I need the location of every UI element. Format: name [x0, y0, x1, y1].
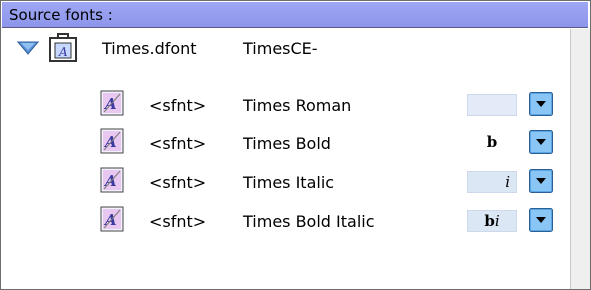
svg-text:A: A	[58, 45, 68, 59]
font-file-icon: A	[100, 167, 124, 193]
source-fonts-panel: Source fonts : A Times.dfont TimesCE- A …	[0, 0, 591, 290]
font-row[interactable]: A <sfnt> Times Italic i	[1, 163, 569, 201]
style-indicator: b	[467, 132, 517, 154]
font-file-icon: A	[100, 128, 124, 154]
disclosure-triangle-icon[interactable]	[17, 41, 39, 55]
style-indicator	[467, 94, 517, 116]
font-file-icon: A	[100, 206, 124, 232]
vertical-scrollbar[interactable]	[570, 29, 590, 289]
font-type: <sfnt>	[149, 134, 207, 153]
suitcase-filename: Times.dfont	[102, 39, 197, 58]
font-type: <sfnt>	[149, 212, 207, 231]
font-suitcase-icon: A	[49, 33, 77, 62]
font-name: Times Roman	[243, 96, 352, 115]
font-row[interactable]: A <sfnt> Times Bold b	[1, 124, 569, 162]
style-dropdown-button[interactable]	[529, 208, 553, 232]
source-fonts-header: Source fonts :	[2, 2, 588, 28]
font-type: <sfnt>	[149, 96, 207, 115]
font-name: Times Bold	[243, 134, 331, 153]
style-dropdown-button[interactable]	[529, 169, 553, 193]
style-indicator: i	[467, 171, 517, 193]
font-name: Times Bold Italic	[243, 212, 375, 231]
suitcase-row[interactable]: A Times.dfont TimesCE-	[1, 29, 569, 67]
font-file-icon: A	[100, 90, 124, 116]
font-row[interactable]: A <sfnt> Times Roman	[1, 86, 569, 124]
style-indicator: bi	[467, 210, 517, 232]
style-dropdown-button[interactable]	[529, 130, 553, 154]
header-title: Source fonts :	[9, 6, 113, 24]
font-row[interactable]: A <sfnt> Times Bold Italic bi	[1, 202, 569, 240]
font-name: Times Italic	[243, 173, 335, 192]
style-dropdown-button[interactable]	[529, 92, 553, 116]
suitcase-family: TimesCE-	[243, 39, 318, 58]
font-type: <sfnt>	[149, 173, 207, 192]
